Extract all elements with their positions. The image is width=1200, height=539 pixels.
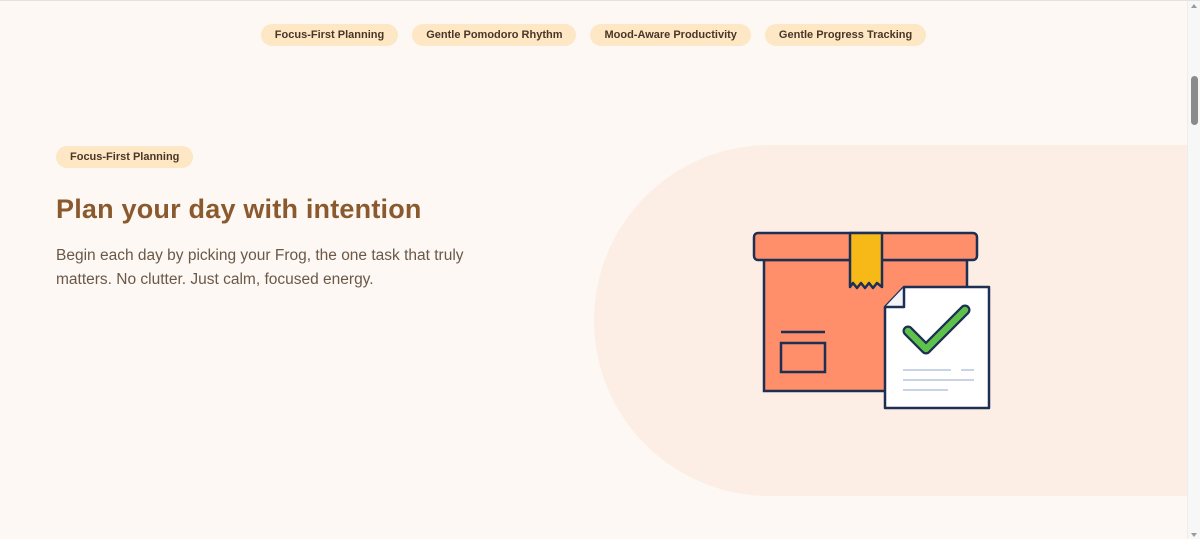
scroll-down-arrow-icon[interactable] — [1191, 533, 1197, 537]
hero-title: Plan your day with intention — [56, 194, 422, 224]
tab-focus-first-planning[interactable]: Focus-First Planning — [260, 24, 399, 46]
package-checklist-icon — [746, 227, 996, 417]
vertical-scrollbar[interactable] — [1187, 1, 1200, 539]
tab-gentle-progress-tracking[interactable]: Gentle Progress Tracking — [764, 24, 927, 46]
feature-badge: Focus-First Planning — [56, 146, 194, 168]
tab-gentle-pomodoro-rhythm[interactable]: Gentle Pomodoro Rhythm — [412, 24, 577, 46]
scroll-up-arrow-icon[interactable] — [1191, 4, 1197, 8]
page: Focus-First Planning Gentle Pomodoro Rhy… — [0, 0, 1200, 539]
feature-tabs: Focus-First Planning Gentle Pomodoro Rhy… — [0, 24, 1187, 46]
scrollbar-thumb[interactable] — [1191, 76, 1198, 125]
hero-description: Begin each day by picking your Frog, the… — [56, 247, 464, 288]
tab-mood-aware-productivity[interactable]: Mood-Aware Productivity — [590, 24, 751, 46]
